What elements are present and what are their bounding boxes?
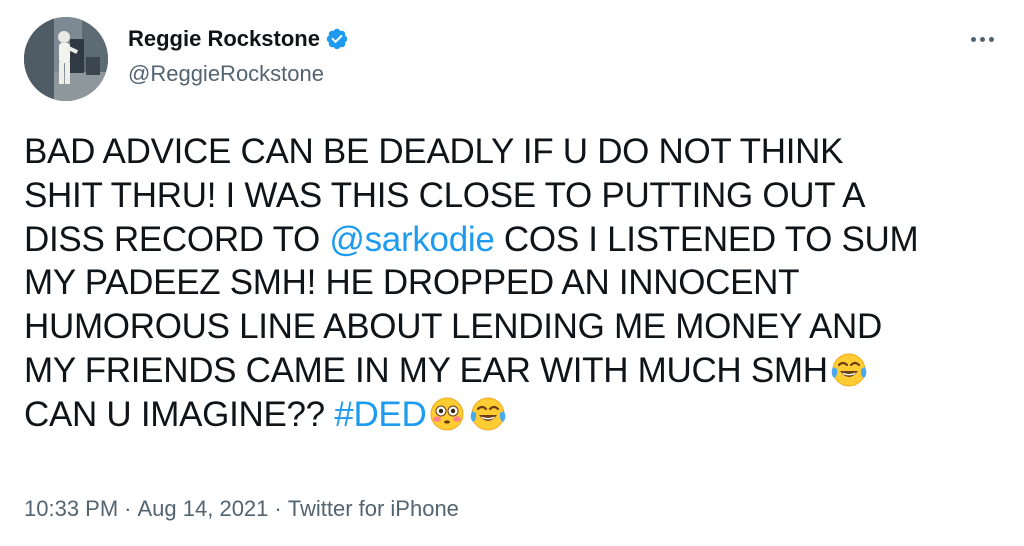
tweet-text-segment: BAD ADVICE CAN BE DEADLY IF U DO NOT THI… [24,132,844,171]
hashtag-link[interactable]: #DED [334,395,426,434]
verified-badge-icon [325,27,349,51]
tweet-text-segment: HUMOROUS LINE ABOUT LENDING ME MONEY AND [24,307,882,347]
flushed-face-emoji [427,394,467,434]
tweet-text-segment: CAN U IMAGINE?? [24,394,335,434]
tweet-text-line: MY FRIENDS CAME IN MY EAR WITH MUCH SMH [24,349,1014,393]
author-name-row[interactable]: Reggie Rockstone [128,25,349,53]
avatar[interactable] [24,17,108,101]
tweet-text-segment: MY FRIENDS CAME IN MY EAR WITH MUCH SMH [24,350,828,390]
tweet-text: BAD ADVICE CAN BE DEADLY IF U DO NOT THI… [24,130,1014,437]
tears-of-joy-emoji [468,394,508,434]
meta-separator: · [124,496,132,521]
author-display-name[interactable]: Reggie Rockstone [128,25,320,53]
tweet-date[interactable]: Aug 14, 2021 [138,496,269,521]
tweet-time[interactable]: 10:33 PM [24,496,118,521]
tears-of-joy-emoji [829,350,869,390]
tweet-text-line: BAD ADVICE CAN BE DEADLY IF U DO NOT THI… [24,130,1014,174]
tweet-text-line: DISS RECORD TO @sarkodie COS I LISTENED … [24,218,1014,262]
tweet-text-line: CAN U IMAGINE?? #DED [24,393,1014,437]
meta-separator: · [274,496,282,521]
tweet-metadata: 10:33 PM · Aug 14, 2021 · Twitter for iPhone [24,495,459,523]
tweet-text-segment: COS I LISTENED TO SUM [494,219,919,259]
more-dot [979,36,985,42]
more-dot [988,36,994,42]
tweet-source[interactable]: Twitter for iPhone [288,496,459,521]
tweet-text-line: SHIT THRU! I WAS THIS CLOSE TO PUTTING O… [24,174,1014,218]
author-handle[interactable]: @ReggieRockstone [128,60,324,88]
tweet-text-line: HUMOROUS LINE ABOUT LENDING ME MONEY AND [24,305,1014,349]
tweet-text-line: MY PADEEZ SMH! HE DROPPED AN INNOCENT [24,261,1014,305]
tweet-text-segment: SHIT THRU! I WAS THIS CLOSE TO PUTTING O… [24,175,866,215]
mention-link[interactable]: @sarkodie [329,220,494,259]
tweet-text-segment: MY PADEEZ SMH! HE DROPPED AN INNOCENT [24,263,800,303]
tweet-text-segment: DISS RECORD TO [24,219,330,259]
more-dot [970,36,976,42]
tweet-card: Reggie Rockstone @ReggieRockstone BAD AD… [0,0,1024,546]
more-options-icon[interactable] [964,24,1000,54]
